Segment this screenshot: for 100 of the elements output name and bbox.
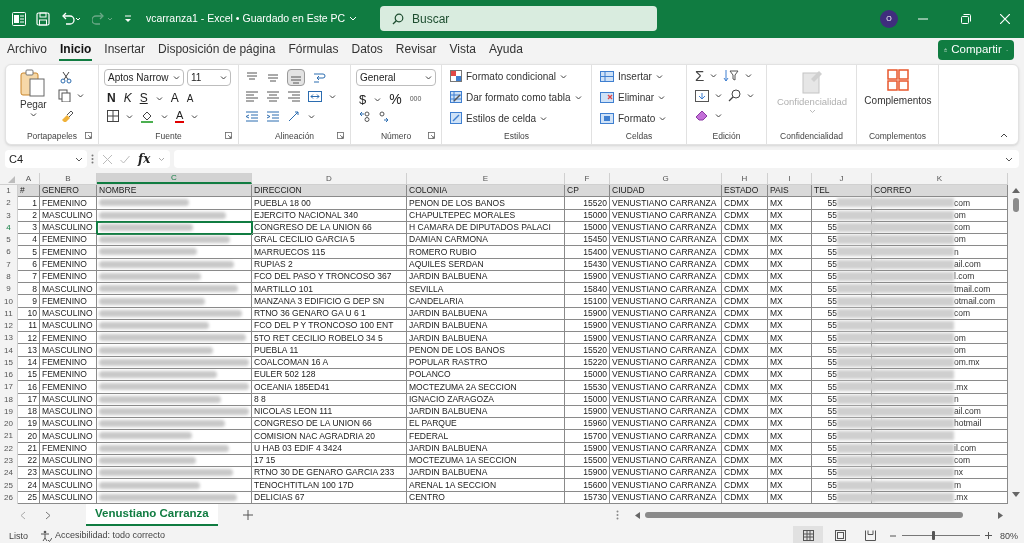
collapse-ribbon-icon[interactable] [1000, 133, 1008, 138]
increase-indent-icon[interactable] [266, 110, 280, 123]
menu-tab[interactable]: Insertar [103, 39, 147, 61]
percent-button[interactable]: % [389, 89, 402, 110]
table-cell[interactable] [97, 209, 252, 222]
page-break-icon[interactable] [865, 530, 876, 541]
zoom-slider-thumb[interactable] [931, 531, 935, 540]
sheet-tab[interactable]: Venustiano Carranza [86, 504, 218, 526]
ribbon-button[interactable]: Formato condicional [450, 68, 582, 84]
column-header[interactable]: J [812, 173, 872, 184]
text-orientation-icon[interactable] [287, 110, 301, 123]
table-cell[interactable] [97, 270, 252, 284]
format-painter-icon[interactable] [60, 109, 73, 122]
scroll-up-icon[interactable] [1012, 187, 1020, 193]
cancel-icon[interactable] [103, 154, 112, 164]
eraser-icon[interactable] [695, 109, 709, 121]
search-icon[interactable] [728, 89, 741, 102]
caret-icon[interactable] [710, 73, 718, 78]
table-cell[interactable] [97, 258, 252, 271]
dialog-launcher-icon[interactable] [428, 132, 435, 139]
row-header[interactable]: 1 [0, 185, 18, 198]
row-header[interactable]: 21 [0, 430, 18, 443]
increase-font-button[interactable]: A [170, 89, 179, 107]
column-header[interactable]: I [768, 173, 812, 184]
table-cell[interactable] [97, 307, 252, 320]
row-header[interactable]: 14 [0, 344, 18, 357]
table-cell[interactable] [97, 393, 252, 406]
autosum-button[interactable]: Σ [695, 68, 705, 83]
name-box[interactable]: C4 [5, 150, 87, 168]
close-icon[interactable] [1000, 14, 1010, 24]
page-layout-icon[interactable] [835, 530, 846, 541]
bold-button[interactable]: N [107, 89, 116, 107]
table-cell[interactable] [97, 295, 252, 308]
number-format-field[interactable]: General [356, 69, 436, 86]
table-cell[interactable] [97, 197, 252, 210]
redo-icon[interactable] [92, 12, 114, 26]
caret-icon[interactable] [745, 73, 753, 78]
zoom-level[interactable]: 80% [1000, 530, 1018, 543]
customize-toolbar-icon[interactable] [124, 15, 132, 23]
merge-center-icon[interactable] [308, 90, 322, 103]
caret-icon[interactable] [191, 113, 199, 119]
row-header[interactable]: 10 [0, 295, 18, 308]
copy-icon[interactable] [58, 89, 71, 102]
row-header[interactable]: 2 [0, 197, 18, 210]
table-cell[interactable] [97, 479, 252, 492]
table-cell[interactable] [97, 491, 252, 504]
menu-tab[interactable]: Revisar [394, 39, 438, 61]
more-options-icon[interactable] [616, 510, 619, 520]
align-middle-icon[interactable] [266, 71, 280, 84]
caret-icon[interactable] [155, 95, 163, 101]
align-right-icon[interactable] [287, 90, 301, 103]
table-cell[interactable] [97, 344, 252, 357]
table-cell[interactable] [97, 332, 252, 345]
row-header[interactable]: 5 [0, 234, 18, 247]
menu-tab[interactable]: Datos [350, 39, 384, 61]
decrease-indent-icon[interactable] [245, 110, 259, 123]
undo-icon[interactable] [60, 12, 82, 26]
share-button[interactable]: Compartir [938, 40, 1014, 60]
column-header[interactable]: D [252, 173, 407, 184]
menu-tab[interactable]: Ayuda [488, 39, 524, 61]
dialog-launcher-icon[interactable] [85, 132, 92, 139]
table-cell[interactable] [97, 430, 252, 443]
ribbon-button[interactable]: Insertar [600, 68, 667, 84]
scrollbar-thumb[interactable] [645, 512, 963, 518]
borders-icon[interactable] [107, 110, 119, 122]
add-sheet-icon[interactable] [243, 510, 253, 520]
column-header[interactable]: H [722, 173, 768, 184]
menu-tab[interactable]: Archivo [6, 39, 48, 61]
row-header[interactable]: 9 [0, 283, 18, 296]
search-field[interactable]: Buscar [380, 6, 657, 31]
row-header[interactable]: 20 [0, 418, 18, 431]
dialog-launcher-icon[interactable] [337, 132, 344, 139]
column-header[interactable]: A [18, 173, 40, 184]
table-cell[interactable] [97, 405, 252, 419]
table-cell[interactable] [97, 467, 252, 480]
column-header[interactable]: F [565, 173, 610, 184]
table-cell[interactable] [97, 319, 252, 333]
align-left-icon[interactable] [245, 90, 259, 103]
wrap-text-icon[interactable] [312, 71, 326, 84]
caret-icon[interactable] [715, 93, 722, 98]
caret-icon[interactable] [158, 156, 166, 162]
formula-input-field[interactable] [174, 150, 1019, 168]
ribbon-button[interactable]: Eliminar [600, 89, 667, 105]
ribbon-button[interactable]: Dar formato como tabla [450, 89, 582, 105]
table-cell[interactable] [97, 454, 252, 468]
row-header[interactable]: 6 [0, 246, 18, 259]
caret-icon[interactable] [77, 93, 84, 98]
accessibility-icon[interactable] [40, 529, 52, 542]
caret-icon[interactable] [747, 93, 754, 98]
caret-icon[interactable] [308, 114, 315, 119]
table-cell[interactable] [97, 418, 252, 431]
column-header[interactable]: E [407, 173, 565, 184]
row-header[interactable]: 13 [0, 332, 18, 345]
currency-button[interactable]: $ [359, 89, 367, 110]
table-cell[interactable] [97, 283, 252, 296]
menu-tab[interactable]: Vista [448, 39, 477, 61]
column-header[interactable]: C [97, 173, 252, 184]
zoom-in-icon[interactable] [985, 532, 992, 539]
enter-icon[interactable] [120, 154, 130, 164]
more-options-icon[interactable] [91, 154, 94, 164]
